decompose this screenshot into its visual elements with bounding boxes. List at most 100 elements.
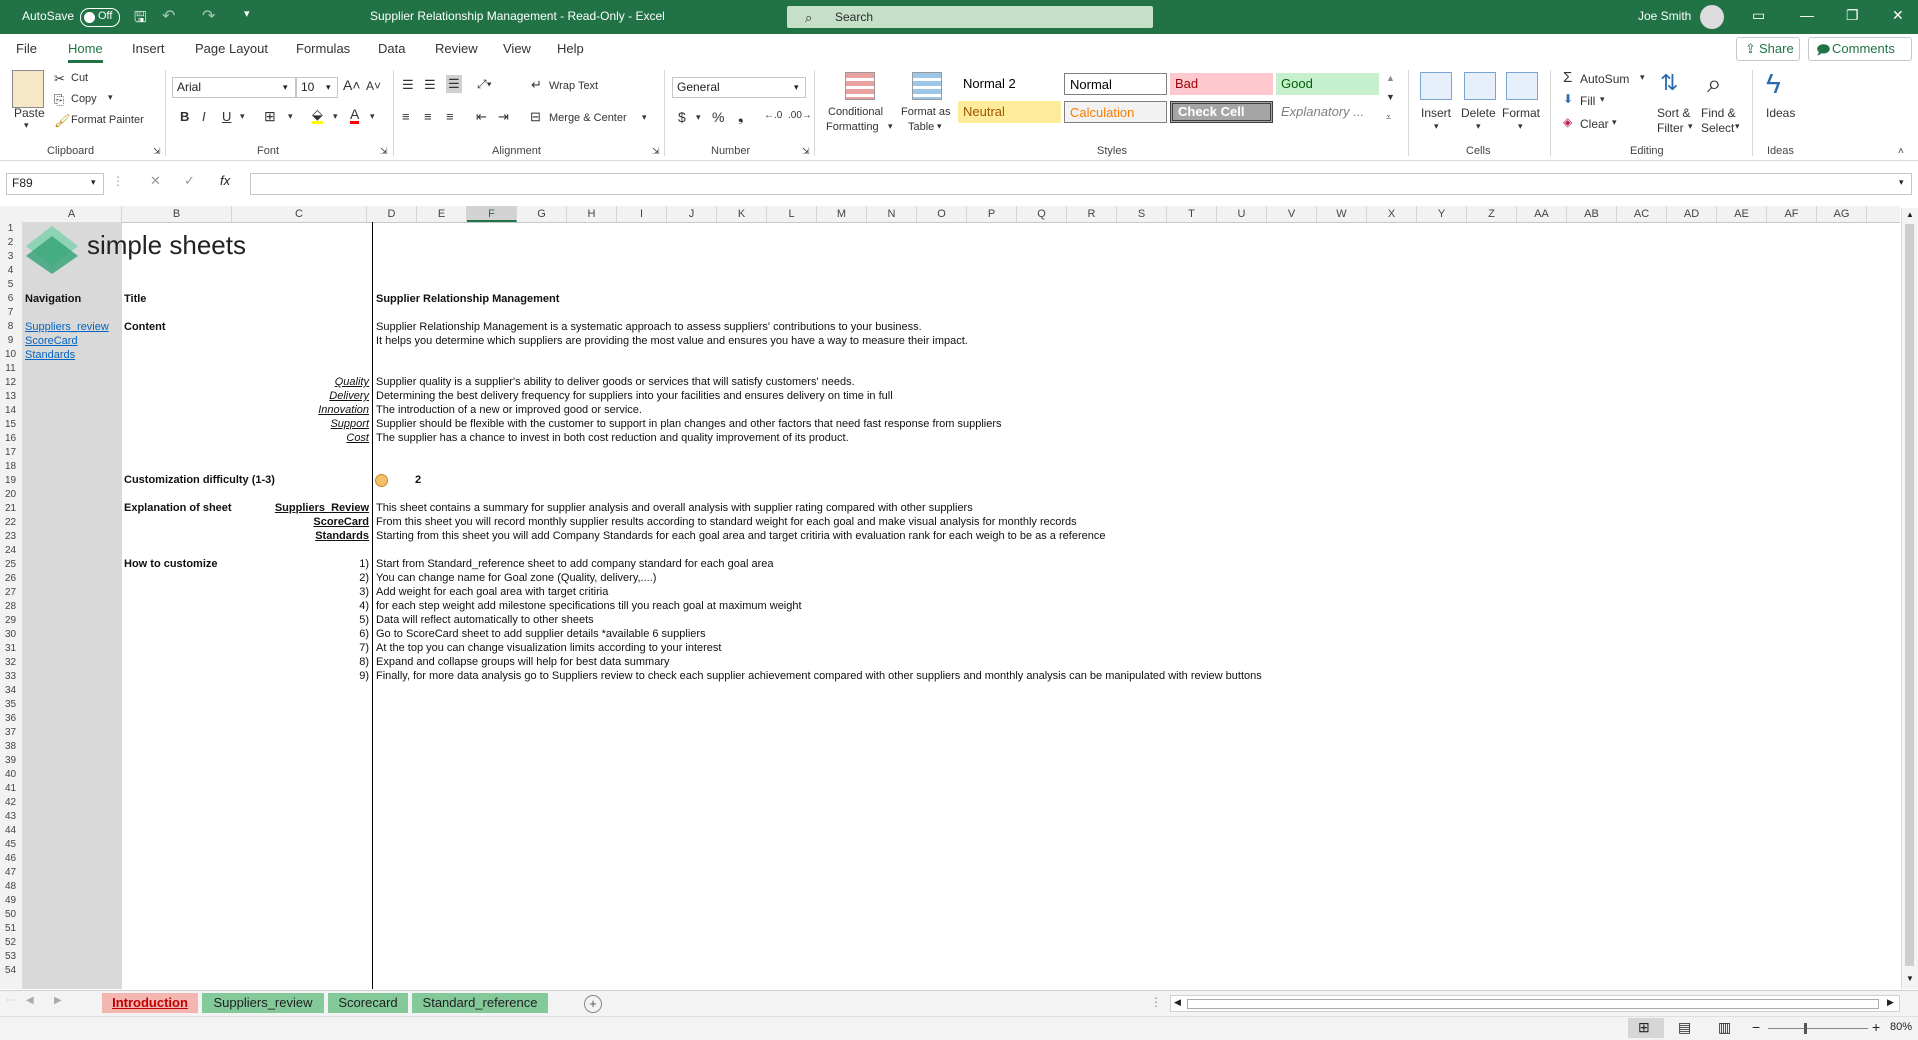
cancel-icon[interactable]: ✕ bbox=[150, 173, 161, 189]
collapse-ribbon-icon[interactable]: ˄ bbox=[1898, 146, 1904, 157]
splitter-icon[interactable]: ⋮ bbox=[1150, 995, 1162, 1009]
style-normal[interactable]: Normal bbox=[1064, 73, 1167, 95]
column-header[interactable]: AA bbox=[1517, 206, 1567, 222]
align-center-icon[interactable]: ≡ bbox=[424, 109, 432, 124]
horizontal-scrollbar[interactable]: ◀ ▶ bbox=[1170, 995, 1900, 1012]
row-header[interactable]: 42 bbox=[0, 796, 21, 810]
scroll-down-icon[interactable]: ▼ bbox=[1906, 974, 1914, 983]
style-bad[interactable]: Bad bbox=[1170, 73, 1273, 95]
number-format-select[interactable]: General ▾ bbox=[672, 77, 806, 98]
scroll-up-icon[interactable]: ▲ bbox=[1906, 210, 1914, 219]
insert-cells-icon[interactable] bbox=[1420, 72, 1452, 100]
tab-formulas[interactable]: Formulas bbox=[296, 41, 350, 56]
column-header[interactable]: AG bbox=[1817, 206, 1867, 222]
user-name[interactable]: Joe Smith bbox=[1638, 9, 1691, 23]
row-header[interactable]: 8 bbox=[0, 320, 21, 334]
fill-button[interactable]: Fill bbox=[1580, 94, 1595, 108]
conditional-dropdown-icon[interactable]: ▾ bbox=[888, 121, 893, 132]
sheet-tab-standard-reference[interactable]: Standard_reference bbox=[412, 993, 548, 1013]
column-header[interactable]: S bbox=[1117, 206, 1167, 222]
font-color-icon[interactable]: A bbox=[350, 107, 360, 124]
orientation-icon[interactable]: ⤢▾ bbox=[477, 77, 492, 92]
column-header[interactable]: AB bbox=[1567, 206, 1617, 222]
avatar[interactable] bbox=[1700, 5, 1724, 29]
minimize-icon[interactable]: — bbox=[1800, 7, 1814, 23]
add-sheet-icon[interactable]: + bbox=[584, 995, 602, 1013]
column-header[interactable]: R bbox=[1067, 206, 1117, 222]
column-header[interactable]: O bbox=[917, 206, 967, 222]
find-select-icon[interactable]: ⌕ bbox=[1707, 68, 1722, 100]
format-table-dropdown-icon[interactable]: ▾ bbox=[937, 121, 942, 132]
column-header[interactable]: Y bbox=[1417, 206, 1467, 222]
underline-dropdown-icon[interactable]: ▾ bbox=[240, 111, 245, 122]
conditional-formatting-line1[interactable]: Conditional bbox=[828, 106, 883, 118]
format-dropdown-icon[interactable]: ▾ bbox=[1518, 121, 1523, 132]
row-header[interactable]: 23 bbox=[0, 530, 21, 544]
decrease-indent-icon[interactable]: ⇤ bbox=[476, 109, 487, 125]
column-header[interactable]: AD bbox=[1667, 206, 1717, 222]
row-header[interactable]: 33 bbox=[0, 670, 21, 684]
row-header[interactable]: 19 bbox=[0, 474, 21, 488]
insert-dropdown-icon[interactable]: ▾ bbox=[1434, 121, 1439, 132]
column-header[interactable]: P bbox=[967, 206, 1017, 222]
column-header[interactable]: D bbox=[367, 206, 417, 222]
increase-decimal-icon[interactable]: ←.0 bbox=[764, 110, 782, 121]
column-header[interactable]: U bbox=[1217, 206, 1267, 222]
styles-more-icon[interactable]: ⩡ bbox=[1386, 112, 1391, 123]
fill-icon[interactable]: ⬇ bbox=[1563, 92, 1573, 106]
row-header[interactable]: 37 bbox=[0, 726, 21, 740]
wrap-text-button[interactable]: Wrap Text bbox=[549, 80, 598, 92]
conditional-formatting-line2[interactable]: Formatting bbox=[826, 121, 879, 133]
column-header[interactable]: N bbox=[867, 206, 917, 222]
redo-icon[interactable]: ↷ bbox=[202, 6, 215, 26]
row-header[interactable]: 54 bbox=[0, 964, 21, 978]
row-header[interactable]: 24 bbox=[0, 544, 21, 558]
borders-dropdown-icon[interactable]: ▾ bbox=[288, 111, 293, 122]
sheet-tab-scorecard[interactable]: Scorecard bbox=[328, 993, 408, 1013]
page-break-icon[interactable]: ▥ bbox=[1718, 1019, 1731, 1036]
column-header[interactable]: Z bbox=[1467, 206, 1517, 222]
column-header[interactable]: M bbox=[817, 206, 867, 222]
row-header[interactable]: 51 bbox=[0, 922, 21, 936]
align-middle-icon[interactable]: ☰ bbox=[424, 77, 436, 93]
style-calculation[interactable]: Calculation bbox=[1064, 101, 1167, 123]
column-header[interactable]: W bbox=[1317, 206, 1367, 222]
row-header[interactable]: 49 bbox=[0, 894, 21, 908]
row-header[interactable]: 41 bbox=[0, 782, 21, 796]
increase-font-icon[interactable]: A˄ bbox=[343, 77, 361, 93]
delete-dropdown-icon[interactable]: ▾ bbox=[1476, 121, 1481, 132]
comments-button[interactable]: 🗩 Comments bbox=[1808, 37, 1912, 61]
row-header[interactable]: 35 bbox=[0, 698, 21, 712]
column-header[interactable]: A bbox=[22, 206, 122, 222]
row-header[interactable]: 50 bbox=[0, 908, 21, 922]
column-header[interactable]: I bbox=[617, 206, 667, 222]
align-left-icon[interactable]: ≡ bbox=[402, 109, 410, 124]
borders-icon[interactable]: ⊞ bbox=[264, 108, 276, 125]
column-header[interactable]: L bbox=[767, 206, 817, 222]
row-header[interactable]: 15 bbox=[0, 418, 21, 432]
row-header[interactable]: 47 bbox=[0, 866, 21, 880]
column-header[interactable]: Q bbox=[1017, 206, 1067, 222]
column-header[interactable]: AE bbox=[1717, 206, 1767, 222]
comma-icon[interactable]: ❟ bbox=[738, 108, 744, 125]
font-color-dropdown-icon[interactable]: ▾ bbox=[370, 111, 375, 122]
row-header[interactable]: 4 bbox=[0, 264, 21, 278]
decrease-font-icon[interactable]: A˅ bbox=[366, 79, 381, 93]
fill-color-icon[interactable]: ⬙ bbox=[312, 107, 323, 124]
row-header[interactable]: 18 bbox=[0, 460, 21, 474]
autosum-button[interactable]: AutoSum bbox=[1580, 72, 1629, 86]
font-family-select[interactable]: Arial ▾ bbox=[172, 77, 296, 98]
close-icon[interactable]: ✕ bbox=[1892, 7, 1904, 24]
column-header[interactable]: T bbox=[1167, 206, 1217, 222]
save-icon[interactable]: 🖫 bbox=[134, 7, 147, 32]
find-line2[interactable]: Select bbox=[1701, 121, 1734, 135]
vertical-scrollbar[interactable]: ▲ ▼ bbox=[1901, 208, 1918, 989]
merge-dropdown-icon[interactable]: ▾ bbox=[642, 112, 647, 123]
row-header[interactable]: 14 bbox=[0, 404, 21, 418]
tab-home[interactable]: Home bbox=[68, 41, 103, 63]
row-header[interactable]: 48 bbox=[0, 880, 21, 894]
clear-button[interactable]: Clear bbox=[1580, 117, 1609, 131]
row-header[interactable]: 30 bbox=[0, 628, 21, 642]
percent-icon[interactable]: % bbox=[712, 109, 724, 125]
delete-button[interactable]: Delete bbox=[1461, 106, 1496, 120]
